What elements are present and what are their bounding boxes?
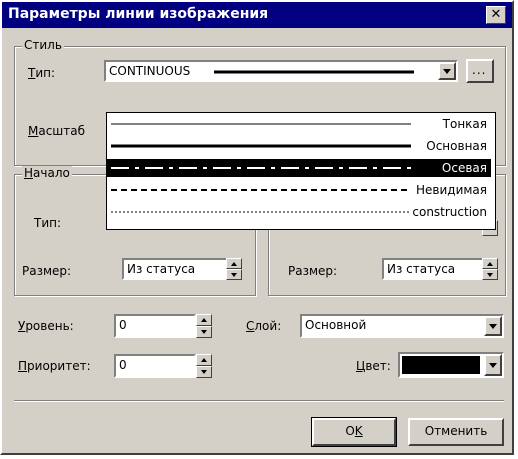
line-type-value: CONTINUOUS — [109, 64, 191, 78]
spin-down-button[interactable] — [482, 269, 498, 280]
style-group-label: Стиль — [22, 38, 64, 52]
spin-down-button[interactable] — [226, 269, 242, 280]
line-type-option[interactable]: Основная — [107, 137, 491, 155]
priority-field[interactable]: 0 — [114, 354, 196, 378]
end-size-label: Размер: — [288, 264, 338, 278]
chevron-down-icon — [489, 324, 497, 329]
chevron-down-icon — [443, 69, 451, 74]
priority-value: 0 — [119, 358, 127, 372]
arrow-down-icon — [487, 272, 493, 277]
start-size-spinner[interactable] — [226, 258, 242, 280]
spin-down-button[interactable] — [196, 366, 212, 378]
line-style-preview — [111, 189, 411, 191]
chevron-down-icon — [489, 363, 497, 368]
layer-combobox[interactable]: Основной — [300, 314, 504, 338]
line-type-dropdown-button[interactable] — [438, 62, 456, 80]
ok-label: OK — [345, 424, 363, 438]
window-title: Параметры линии изображения — [8, 6, 269, 22]
browse-line-type-button[interactable]: ... — [466, 59, 494, 83]
line-type-option-label: Тонкая — [442, 117, 487, 131]
line-type-option-label: Невидимая — [416, 183, 487, 197]
arrow-up-icon — [201, 358, 207, 362]
line-type-option[interactable]: Осевая — [107, 159, 491, 177]
ellipsis-icon: ... — [472, 63, 487, 77]
line-style-preview — [111, 167, 411, 169]
arrow-up-icon — [487, 261, 493, 266]
line-type-preview — [214, 70, 414, 74]
line-type-option-label: construction — [412, 205, 487, 219]
end-size-field[interactable]: Из статуса — [382, 258, 484, 280]
start-size-field[interactable]: Из статуса — [122, 258, 228, 280]
line-type-option[interactable]: Невидимая — [107, 181, 491, 199]
title-bar[interactable]: Параметры линии изображения ✕ — [2, 2, 512, 28]
start-type-label: Тип: — [34, 216, 62, 230]
type-label-text: ип: — [35, 66, 56, 80]
line-style-preview — [111, 211, 411, 213]
arrow-up-icon — [231, 261, 237, 266]
ok-button[interactable]: OK — [312, 418, 396, 446]
start-group-label: Начало — [22, 166, 72, 180]
close-button[interactable]: ✕ — [486, 6, 506, 24]
close-icon: ✕ — [490, 7, 502, 22]
line-type-dropdown-list[interactable]: Тонкая Основная Осевая Невидимая constructio… — [106, 112, 496, 230]
spin-up-button[interactable] — [226, 258, 242, 269]
level-field[interactable]: 0 — [114, 314, 196, 338]
priority-spinner[interactable] — [196, 354, 212, 378]
color-dropdown-button[interactable] — [484, 354, 502, 376]
spin-up-button[interactable] — [196, 314, 212, 326]
line-style-preview — [111, 123, 411, 125]
spin-up-button[interactable] — [196, 354, 212, 366]
end-size-value: Из статуса — [387, 262, 456, 276]
line-style-preview — [111, 144, 411, 148]
arrow-down-icon — [231, 272, 237, 277]
spin-down-button[interactable] — [196, 326, 212, 338]
separator — [14, 400, 504, 402]
color-swatch — [402, 356, 480, 374]
layer-dropdown-button[interactable] — [484, 316, 502, 336]
level-value: 0 — [119, 318, 127, 332]
priority-label: Приоритет: — [18, 359, 91, 373]
line-type-combobox[interactable]: CONTINUOUS — [104, 60, 458, 82]
scale-label: Масштаб — [28, 124, 86, 138]
arrow-down-icon — [201, 370, 207, 374]
color-label: Цвет: — [356, 359, 391, 373]
spin-up-button[interactable] — [482, 258, 498, 269]
line-type-option-label: Основная — [426, 139, 487, 153]
level-label: Уровень: — [18, 319, 74, 333]
cancel-button[interactable]: Отменить — [408, 418, 504, 446]
type-label: Тип: — [28, 66, 56, 80]
start-size-label: Размер: — [22, 264, 72, 278]
arrow-up-icon — [201, 318, 207, 322]
color-combobox[interactable] — [398, 352, 504, 378]
line-type-option[interactable]: construction — [107, 203, 491, 221]
arrow-down-icon — [201, 330, 207, 334]
cancel-label: Отменить — [424, 424, 488, 438]
line-type-option[interactable]: Тонкая — [107, 115, 491, 133]
level-spinner[interactable] — [196, 314, 212, 338]
layer-value: Основной — [305, 318, 367, 332]
line-params-dialog: Параметры линии изображения ✕ Стиль Тип:… — [0, 0, 514, 455]
end-size-spinner[interactable] — [482, 258, 498, 280]
line-type-option-label: Осевая — [441, 161, 487, 175]
start-size-value: Из статуса — [127, 262, 196, 276]
layer-label: Слой: — [246, 319, 282, 333]
